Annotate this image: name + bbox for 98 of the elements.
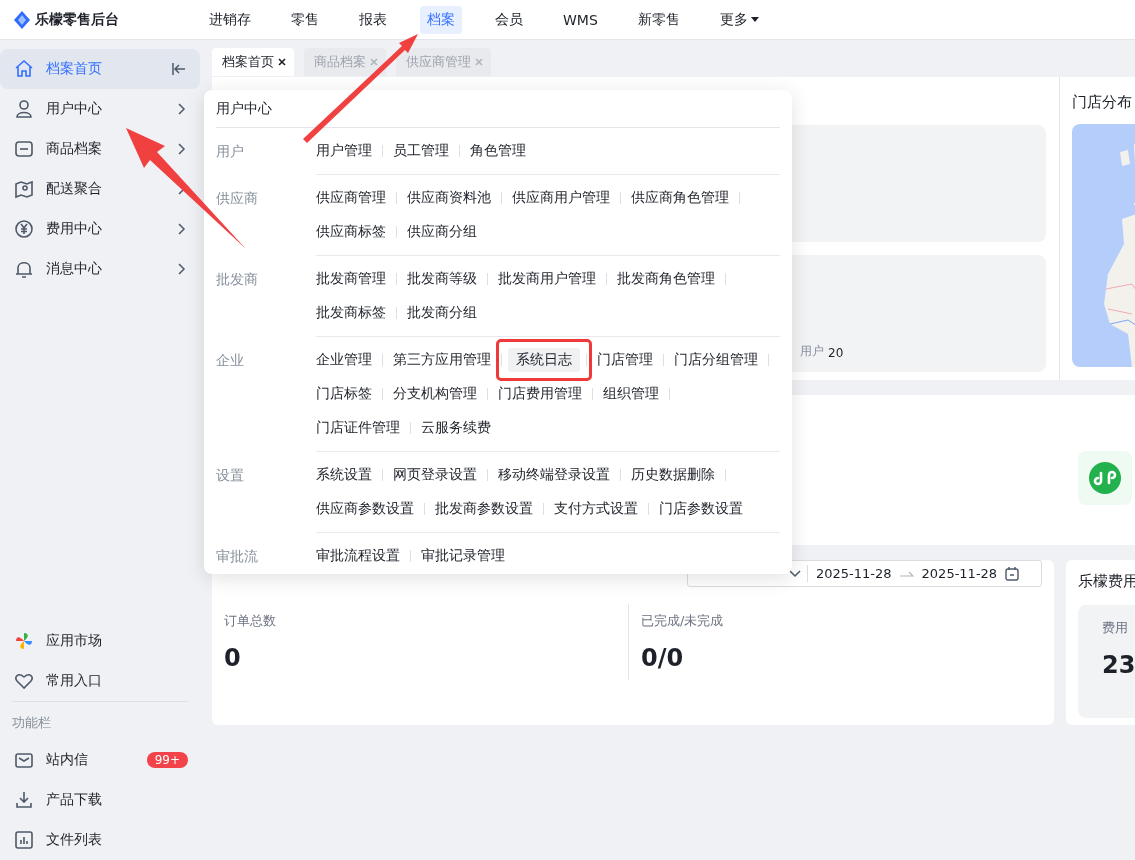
sidebar-item[interactable]: 文件列表: [0, 820, 200, 860]
end-date[interactable]: 2025-11-28: [921, 566, 998, 581]
menu-link[interactable]: 角色管理: [470, 139, 526, 163]
menu-link[interactable]: 门店分组管理: [674, 348, 758, 372]
menu-link[interactable]: 供应商标签: [316, 220, 386, 244]
nav-tab[interactable]: 档案: [420, 5, 462, 34]
chevron-right-icon: [178, 223, 186, 235]
download-icon: [14, 790, 34, 810]
menu-link[interactable]: 供应商用户管理: [512, 186, 610, 210]
box-icon: [14, 139, 34, 159]
calendar-icon[interactable]: [1005, 566, 1020, 581]
sidebar-item[interactable]: 费用中心: [0, 209, 200, 249]
menu-link[interactable]: 批发商管理: [316, 267, 386, 291]
menu-link[interactable]: 供应商参数设置: [316, 497, 414, 521]
home-icon: [14, 59, 34, 79]
menu-link[interactable]: 门店费用管理: [498, 382, 582, 406]
nav-tab[interactable]: 报表: [352, 5, 394, 34]
group-label: 企业: [216, 351, 245, 370]
sidebar-item[interactable]: 商品档案: [0, 129, 200, 169]
stat-value: 0/0: [641, 644, 685, 672]
menu-link[interactable]: 员工管理: [393, 139, 449, 163]
menu-link[interactable]: 移动终端登录设置: [498, 463, 610, 487]
stat-value: 20: [828, 346, 844, 360]
stat-value: 23: [1102, 651, 1135, 679]
menu-link[interactable]: 分支机构管理: [393, 382, 477, 406]
menu-link[interactable]: 批发商分组: [407, 301, 477, 325]
menu-link[interactable]: 企业管理: [316, 348, 372, 372]
menu-link[interactable]: 批发商等级: [407, 267, 477, 291]
page-tab[interactable]: 档案首页: [212, 48, 294, 76]
stat-label: 用户: [800, 343, 824, 360]
group-label: 供应商: [216, 189, 259, 208]
bell-icon: [14, 259, 34, 279]
menu-link[interactable]: 组织管理: [603, 382, 659, 406]
menu-link[interactable]: 审批记录管理: [421, 544, 505, 568]
section-title: 门店分布: [1072, 93, 1133, 112]
close-icon[interactable]: [278, 58, 286, 66]
menu-link[interactable]: 云服务续费: [421, 416, 491, 440]
chevron-down-icon[interactable]: [789, 569, 801, 578]
caret-icon: [750, 17, 759, 22]
sidebar-item[interactable]: 消息中心: [0, 249, 200, 289]
heart-icon: [14, 671, 34, 691]
menu-link[interactable]: 第三方应用管理: [393, 348, 491, 372]
menu-link[interactable]: 批发商角色管理: [617, 267, 715, 291]
nav-tab[interactable]: 新零售: [630, 5, 687, 34]
menu-link[interactable]: 批发商参数设置: [435, 497, 533, 521]
stat-value: 0: [224, 644, 242, 672]
menu-link[interactable]: 供应商资料池: [407, 186, 491, 210]
section-label: 功能栏: [11, 714, 52, 732]
stat-label: 订单总数: [224, 612, 277, 630]
start-date[interactable]: 2025-11-28: [816, 566, 892, 581]
menu-link[interactable]: 网页登录设置: [393, 463, 477, 487]
menu-link[interactable]: 门店标签: [316, 382, 372, 406]
group-label: 设置: [216, 466, 245, 485]
count-badge: 99+: [146, 752, 188, 768]
sidebar-item[interactable]: 配送聚合: [0, 169, 200, 209]
menu-link[interactable]: 供应商管理: [316, 186, 386, 210]
logo-icon: [14, 10, 30, 29]
sidebar-item[interactable]: 应用市场: [0, 621, 200, 661]
nav-tab[interactable]: 零售: [284, 5, 326, 34]
collapse-icon[interactable]: [172, 63, 186, 75]
user-icon: [14, 99, 34, 119]
menu-link[interactable]: 审批流程设置: [316, 544, 400, 568]
menu-link[interactable]: 门店管理: [597, 348, 653, 372]
menu-link[interactable]: 历史数据删除: [631, 463, 715, 487]
nav-tab[interactable]: WMS: [556, 6, 605, 33]
nav-tab[interactable]: 更多: [712, 5, 766, 34]
menu-link[interactable]: 供应商分组: [407, 220, 477, 244]
stat-label: 费用: [1102, 619, 1129, 637]
sidebar-item[interactable]: 档案首页: [0, 49, 200, 89]
pinwheel-icon: [14, 631, 34, 651]
app-tile[interactable]: [1078, 451, 1132, 505]
app-title: 乐檬零售后台: [35, 10, 119, 29]
sidebar-item[interactable]: 常用入口: [0, 661, 200, 701]
chart-icon: [14, 830, 34, 850]
mail-icon: [14, 750, 34, 770]
chevron-right-icon: [178, 103, 186, 115]
menu-link[interactable]: 门店证件管理: [316, 416, 400, 440]
sidebar-item[interactable]: 产品下载: [0, 780, 200, 820]
menu-link[interactable]: 供应商角色管理: [631, 186, 729, 210]
sidebar-item[interactable]: 站内信 99+: [0, 740, 200, 780]
menu-link[interactable]: 批发商标签: [316, 301, 386, 325]
group-label: 批发商: [216, 270, 259, 289]
menu-link[interactable]: 支付方式设置: [554, 497, 638, 521]
group-label: 审批流: [216, 547, 259, 566]
menu-link[interactable]: 系统设置: [316, 463, 372, 487]
menu-link[interactable]: 系统日志: [508, 348, 580, 372]
menu-link[interactable]: 用户管理: [316, 139, 372, 163]
chevron-right-icon: [178, 143, 186, 155]
yen-icon: [14, 219, 34, 239]
chevron-right-icon: [178, 263, 186, 275]
sidebar-item[interactable]: 用户中心: [0, 89, 200, 129]
stat-label: 已完成/未完成: [641, 612, 725, 630]
menu-link[interactable]: 门店参数设置: [659, 497, 743, 521]
menu-link[interactable]: 批发商用户管理: [498, 267, 596, 291]
nav-tab[interactable]: 会员: [488, 5, 530, 34]
map-icon: [14, 179, 34, 199]
nav-tab[interactable]: 进销存: [202, 5, 258, 34]
group-label: 用户: [216, 142, 245, 161]
